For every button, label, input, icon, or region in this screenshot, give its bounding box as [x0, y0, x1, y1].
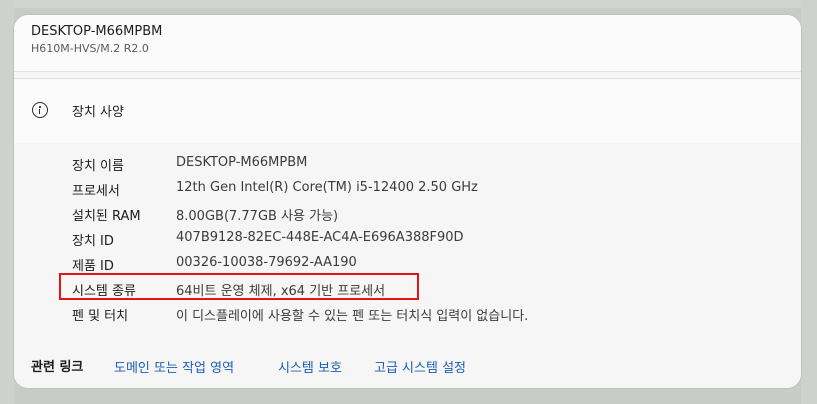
spec-row-pen-touch: 펜 및 터치 이 디스플레이에 사용할 수 있는 펜 또는 터치식 입력이 없습…: [14, 305, 801, 325]
spec-row-processor: 프로세서 12th Gen Intel(R) Core(TM) i5-12400…: [14, 180, 801, 200]
spec-value[interactable]: 407B9128-82EC-448E-AC4A-E696A388F90D: [176, 230, 464, 245]
background-right: [801, 0, 817, 404]
background-top: [0, 0, 817, 8]
related-links-title: 관련 링크: [31, 360, 84, 375]
spec-row-device-name: 장치 이름 DESKTOP-M66MPBM: [14, 155, 801, 175]
spec-label: 제품 ID: [72, 259, 114, 274]
spec-row-product-id: 제품 ID 00326-10038-79692-AA190: [14, 255, 801, 275]
device-specs-card: DESKTOP-M66MPBM H610M-HVS/M.2 R2.0 장치 사양…: [14, 15, 801, 388]
spec-label: 프로세서: [72, 184, 120, 199]
link-system-protection[interactable]: 시스템 보호: [278, 357, 342, 376]
related-links-bar: 관련 링크 도메인 또는 작업 영역 시스템 보호 고급 시스템 설정: [14, 338, 801, 388]
section-title: 장치 사양: [72, 105, 124, 120]
spec-label: 장치 ID: [72, 234, 114, 249]
system-type-highlight-box: [59, 273, 419, 300]
device-header[interactable]: DESKTOP-M66MPBM H610M-HVS/M.2 R2.0: [14, 15, 801, 71]
spec-value[interactable]: 이 디스플레이에 사용할 수 있는 펜 또는 터치식 입력이 없습니다.: [176, 305, 528, 324]
spec-row-device-id: 장치 ID 407B9128-82EC-448E-AC4A-E696A388F9…: [14, 230, 801, 250]
spec-value[interactable]: 8.00GB(7.77GB 사용 가능): [176, 205, 338, 224]
background-left: [0, 0, 14, 404]
device-model: H610M-HVS/M.2 R2.0: [31, 42, 149, 55]
link-domain-or-workgroup[interactable]: 도메인 또는 작업 영역: [114, 357, 234, 376]
header-divider: [14, 71, 801, 72]
device-specs-section-header[interactable]: 장치 사양: [14, 79, 801, 143]
link-advanced-system-settings[interactable]: 고급 시스템 설정: [374, 357, 466, 376]
spec-label: 설치된 RAM: [72, 209, 141, 224]
info-icon: [32, 102, 48, 118]
spec-value[interactable]: DESKTOP-M66MPBM: [176, 155, 307, 170]
device-name: DESKTOP-M66MPBM: [31, 24, 163, 39]
spec-value[interactable]: 00326-10038-79692-AA190: [176, 255, 357, 270]
specs-list: 장치 이름 DESKTOP-M66MPBM 프로세서 12th Gen Inte…: [14, 143, 801, 338]
spec-label: 장치 이름: [72, 159, 124, 174]
spec-row-ram: 설치된 RAM 8.00GB(7.77GB 사용 가능): [14, 205, 801, 225]
spec-label: 펜 및 터치: [72, 309, 129, 324]
spec-value[interactable]: 12th Gen Intel(R) Core(TM) i5-12400 2.50…: [176, 180, 478, 195]
